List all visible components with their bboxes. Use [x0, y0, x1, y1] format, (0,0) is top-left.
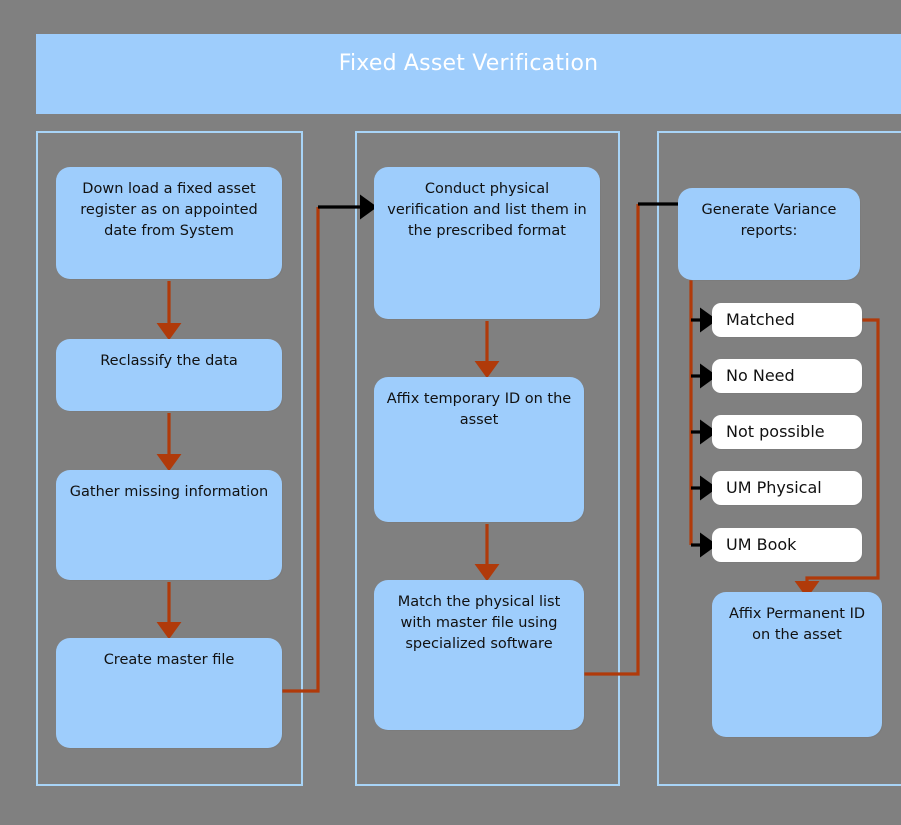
node-label: Matched: [726, 310, 795, 330]
node-reclassify-data[interactable]: Reclassify the data: [56, 339, 282, 411]
node-label: Create master file: [103, 652, 235, 668]
node-label: Affix temporary ID on the asset: [386, 391, 572, 429]
node-label: Generate Variance reports:: [701, 202, 837, 240]
node-um-book[interactable]: UM Book: [712, 528, 862, 562]
node-label: Match the physical list with master file…: [397, 594, 561, 653]
title-banner: Fixed Asset Verification: [36, 34, 901, 114]
diagram-canvas: Fixed Asset Verification Down load a fix…: [0, 0, 901, 825]
node-label: Conduct physical verification and list t…: [387, 181, 587, 240]
node-affix-temporary-id[interactable]: Affix temporary ID on the asset: [374, 377, 584, 522]
node-um-physical[interactable]: UM Physical: [712, 471, 862, 505]
node-label: Down load a fixed asset register as on a…: [80, 181, 258, 240]
node-label: UM Physical: [726, 478, 822, 498]
node-label: No Need: [726, 366, 795, 386]
node-label: Gather missing information: [69, 484, 269, 500]
node-match-physical-list[interactable]: Match the physical list with master file…: [374, 580, 584, 730]
node-no-need[interactable]: No Need: [712, 359, 862, 393]
node-label: Affix Permanent ID on the asset: [728, 606, 866, 644]
node-label: UM Book: [726, 535, 797, 555]
node-generate-variance-reports[interactable]: Generate Variance reports:: [678, 188, 860, 280]
node-label: Not possible: [726, 422, 825, 442]
node-label: Reclassify the data: [100, 353, 238, 369]
page-title: Fixed Asset Verification: [338, 51, 599, 76]
node-download-register[interactable]: Down load a fixed asset register as on a…: [56, 167, 282, 279]
node-matched[interactable]: Matched: [712, 303, 862, 337]
node-not-possible[interactable]: Not possible: [712, 415, 862, 449]
node-conduct-physical-verification[interactable]: Conduct physical verification and list t…: [374, 167, 600, 319]
node-affix-permanent-id[interactable]: Affix Permanent ID on the asset: [712, 592, 882, 737]
node-gather-missing-information[interactable]: Gather missing information: [56, 470, 282, 580]
node-create-master-file[interactable]: Create master file: [56, 638, 282, 748]
